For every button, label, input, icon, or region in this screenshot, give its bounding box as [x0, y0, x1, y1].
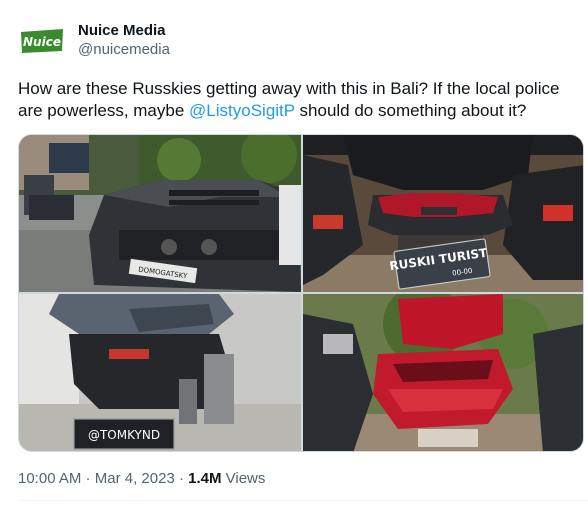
tweet-meta: 10:00 AM · Mar 4, 2023 · 1.4M Views — [18, 470, 265, 487]
mention-link[interactable]: @ListyoSigitP — [189, 101, 295, 120]
media-photo-4[interactable] — [303, 294, 583, 451]
media-photo-1[interactable]: DOMOGATSKY — [19, 135, 301, 292]
avatar[interactable]: Nuice — [18, 24, 66, 58]
nuice-logo-icon: Nuice — [21, 29, 63, 53]
tweet-time[interactable]: 10:00 AM — [18, 470, 81, 487]
media-photo-2[interactable]: RUSKII TURIST 00-00 — [303, 135, 583, 292]
divider — [18, 500, 588, 501]
tweet-text: How are these Russkies getting away with… — [18, 78, 578, 122]
avatar-logo-text: Nuice — [23, 35, 61, 49]
meta-separator: · — [81, 470, 95, 487]
views-count[interactable]: 1.4M — [188, 470, 221, 487]
media-grid: DOMOGATSKY RUSKII TURIST 00-00 @TOMKYND — [18, 134, 584, 452]
tweet-text-after: should do something about it? — [294, 101, 527, 120]
views-label: Views — [221, 470, 266, 487]
meta-separator: · — [174, 470, 189, 487]
tweet: Nuice Nuice Media @nuicemedia How are th… — [0, 0, 588, 509]
author-handle[interactable]: @nuicemedia — [78, 41, 170, 58]
media-photo-3[interactable]: @TOMKYND — [19, 294, 301, 451]
author-name[interactable]: Nuice Media — [78, 22, 166, 39]
tweet-date[interactable]: Mar 4, 2023 — [95, 470, 175, 487]
plate-3-text: @TOMKYND — [88, 428, 160, 442]
